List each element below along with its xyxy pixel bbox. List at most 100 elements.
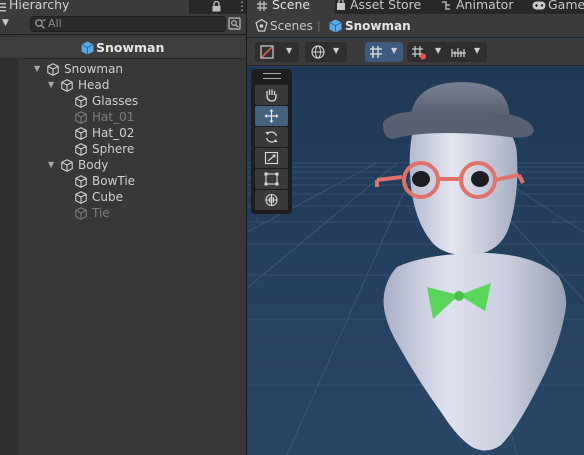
ruler-dropdown[interactable]: ▼ [447,42,487,62]
hierarchy-search-input[interactable]: All [30,16,226,32]
hierarchy-tab[interactable]: Hierarchy [0,0,190,14]
tree-item-label: Hat_02 [92,126,135,140]
tab-scene[interactable]: Scene [247,0,335,14]
increment-snap-icon [412,46,426,60]
tree-item[interactable]: Cube [0,189,246,205]
breadcrumb-separator: | [317,19,321,32]
draw-mode-icon [260,45,274,59]
gameobject-cube-icon [75,191,87,204]
tree-item-label: Tie [92,206,110,220]
animator-icon [442,1,450,10]
tool-palette-grip[interactable] [263,73,281,79]
tree-item[interactable]: Hat_01 [0,109,246,125]
tab-game[interactable]: Game [529,0,584,14]
tree-item-label: Cube [92,190,123,204]
tree-item[interactable]: ▼ Snowman [0,61,246,77]
tree-item-label: BowTie [92,174,136,188]
tree-item[interactable]: Glasses [0,93,246,109]
increment-snap-dropdown[interactable]: ▼ [407,42,449,62]
scene-name: Snowman [96,40,165,55]
rect-tool[interactable] [255,169,288,189]
breadcrumb-snowman[interactable]: Snowman [345,19,411,33]
grid-snap-icon [370,46,382,58]
scene-panel: Scene Asset Store Animator Game Scenes |… [247,0,584,455]
rotate-tool[interactable] [255,127,288,147]
tool-palette [251,69,292,214]
tree-item[interactable]: Tie [0,205,246,221]
scene-header-row[interactable]: Snowman [0,37,246,59]
tree-item-label: Sphere [92,142,135,156]
hand-tool[interactable] [255,85,288,105]
scene-cube-icon [329,19,342,33]
grid-icon [257,1,267,11]
chevron-down-icon: ▼ [333,46,340,55]
chevron-down-icon: ▼ [474,46,481,55]
search-icon [35,19,46,30]
tree-item[interactable]: BowTie [0,173,246,189]
scene-filter-icon[interactable] [228,17,241,30]
breadcrumb: Scenes | Snowman [247,14,584,38]
tab-game-label: Game [548,0,584,12]
globe-icon [311,45,325,59]
gamepad-icon [532,1,546,10]
tab-animator[interactable]: Animator [437,0,527,14]
tree-item[interactable]: Hat_02 [0,125,246,141]
scene-viewport[interactable] [247,67,584,455]
transform-icon [265,193,278,207]
fold-arrow-icon[interactable]: ▼ [48,157,54,173]
transform-tool[interactable] [255,190,288,210]
rotate-icon [265,131,278,143]
gameobject-cube-icon [75,175,87,188]
tree-item[interactable]: ▼ Body [0,157,246,173]
hierarchy-tab-bar: Hierarchy ⋮ [0,0,246,14]
list-icon [0,3,6,12]
tree-item-label: Glasses [92,94,139,108]
tree-item-label: Head [78,78,110,92]
gameobject-cube-icon [61,79,73,92]
move-icon [264,109,279,123]
rect-icon [264,172,279,186]
gameobject-cube-icon [75,95,87,108]
hierarchy-panel: Hierarchy ⋮ ▼ All Snowman ▼ Snowman ▼ He… [0,0,246,455]
draw-mode-dropdown[interactable]: ▼ [255,42,299,62]
fold-arrow-icon[interactable]: ▼ [48,77,54,93]
shading-dropdown[interactable]: ▼ [305,42,347,62]
tree-item[interactable]: ▼ Head [0,77,246,93]
gameobject-cube-icon [75,143,87,156]
chevron-down-icon: ▼ [435,46,442,55]
hand-icon [266,89,277,102]
chevron-down-icon: ▼ [391,46,398,55]
gameobject-cube-icon [75,127,87,140]
tab-asset-store-label: Asset Store [350,0,422,12]
scale-icon [264,151,279,165]
scene-toolbar: ▼ ▼ ▼ ▼ ▼ [247,39,584,66]
gameobject-cube-icon [75,207,87,220]
tree-item[interactable]: Sphere [0,141,246,157]
scale-tool[interactable] [255,148,288,168]
search-placeholder: All [48,17,62,30]
grid-snap-dropdown[interactable]: ▼ [365,42,403,62]
add-dropdown-icon[interactable]: ▼ [2,18,9,28]
store-icon [337,0,345,10]
gameobject-cube-icon [61,159,73,172]
hierarchy-tab-label: Hierarchy [9,0,70,12]
gameobject-cube-icon [47,63,59,76]
tab-animator-label: Animator [456,0,514,12]
scene-tab-bar: Scene Asset Store Animator Game [247,0,584,14]
tab-scene-label: Scene [272,0,311,12]
lock-icon[interactable] [212,1,221,12]
move-tool[interactable] [255,106,288,126]
tree-item-label: Body [78,158,109,172]
fold-arrow-icon[interactable]: ▼ [34,61,40,77]
chevron-down-icon: ▼ [286,46,293,55]
scene-cube-icon [81,41,94,55]
tab-asset-store[interactable]: Asset Store [336,0,432,14]
more-options-icon[interactable]: ⋮ [236,0,246,12]
breadcrumb-scenes[interactable]: Scenes [270,19,313,33]
unity-scenes-icon [255,19,268,32]
right-eye [471,171,489,187]
hierarchy-toolbar: ▼ All [0,14,246,35]
gameobject-cube-icon [75,111,87,124]
tree-item-label: Hat_01 [92,110,135,124]
ruler-icon [451,48,466,57]
